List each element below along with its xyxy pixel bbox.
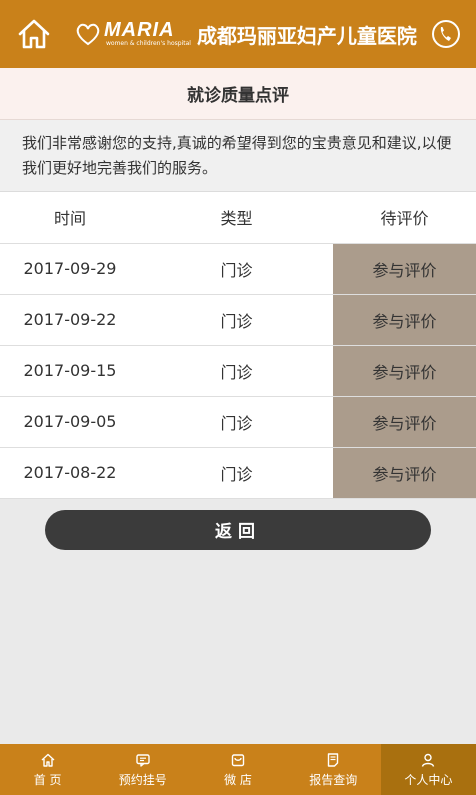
tab-label: 报告查询 <box>309 772 358 787</box>
home-icon <box>18 19 50 49</box>
phone-icon <box>432 20 460 48</box>
visit-date: 2017-09-05 <box>0 396 140 448</box>
phone-button[interactable] <box>428 16 464 52</box>
visit-date: 2017-09-15 <box>0 345 140 397</box>
home-icon <box>41 753 55 767</box>
evaluate-button[interactable]: 参与评价 <box>333 396 476 448</box>
user-icon <box>422 753 435 767</box>
tab-label: 预约挂号 <box>118 772 167 787</box>
header-type: 类型 <box>140 192 333 244</box>
back-wrap: 返回 <box>0 499 476 550</box>
intro-text: 我们非常感谢您的支持,真诚的希望得到您的宝贵意见和建议,以便我们更好地完善我们的… <box>0 120 476 192</box>
evaluate-button[interactable]: 参与评价 <box>333 243 476 295</box>
tab-label: 首 页 <box>33 772 62 787</box>
table-row: 2017-09-05 门诊 参与评价 <box>0 396 476 448</box>
logo-chinese: 成都玛丽亚妇产儿童医院 <box>196 23 417 48</box>
evaluate-button[interactable]: 参与评价 <box>333 447 476 499</box>
visit-date: 2017-08-22 <box>0 447 140 499</box>
bottom-tab-bar: 首 页 预约挂号 微 店 报告查询 个人中心 <box>0 744 476 795</box>
visit-type: 门诊 <box>140 396 333 448</box>
visit-type: 门诊 <box>140 243 333 295</box>
tab-shop[interactable]: 微 店 <box>190 744 285 795</box>
home-button[interactable] <box>14 16 54 52</box>
tab-report[interactable]: 报告查询 <box>286 744 381 795</box>
report-icon <box>328 752 339 767</box>
tab-home[interactable]: 首 页 <box>0 744 95 795</box>
table-row: 2017-09-15 门诊 参与评价 <box>0 345 476 397</box>
visit-type: 门诊 <box>140 447 333 499</box>
message-icon <box>136 753 150 767</box>
visit-date: 2017-09-22 <box>0 294 140 346</box>
visit-records-table: 时间 类型 待评价 2017-09-29 门诊 参与评价 2017-09-22 … <box>0 192 476 499</box>
heart-logo-icon <box>76 23 100 46</box>
evaluate-button[interactable]: 参与评价 <box>333 294 476 346</box>
tab-label: 个人中心 <box>404 772 453 787</box>
visit-date: 2017-09-29 <box>0 243 140 295</box>
header-pending: 待评价 <box>333 192 476 244</box>
page-title: 就诊质量点评 <box>0 68 476 120</box>
table-row: 2017-09-22 门诊 参与评价 <box>0 294 476 346</box>
visit-type: 门诊 <box>140 345 333 397</box>
back-button[interactable]: 返回 <box>45 509 431 550</box>
shop-icon <box>231 753 245 766</box>
tab-profile[interactable]: 个人中心 <box>380 744 476 795</box>
header-time: 时间 <box>0 192 140 244</box>
logo-english: MARIA <box>104 19 175 41</box>
table-row: 2017-08-22 门诊 参与评价 <box>0 447 476 499</box>
table-header-row: 时间 类型 待评价 <box>0 192 476 244</box>
table-row: 2017-09-29 门诊 参与评价 <box>0 243 476 295</box>
logo-subtitle: women & children's hospital <box>106 40 191 47</box>
visit-type: 门诊 <box>140 294 333 346</box>
tab-appointment[interactable]: 预约挂号 <box>95 744 190 795</box>
hospital-logo: MARIA women & children's hospital 成都玛丽亚妇… <box>74 16 417 52</box>
tab-label: 微 店 <box>224 772 252 787</box>
evaluate-button[interactable]: 参与评价 <box>333 345 476 397</box>
app-header: MARIA women & children's hospital 成都玛丽亚妇… <box>0 0 476 68</box>
